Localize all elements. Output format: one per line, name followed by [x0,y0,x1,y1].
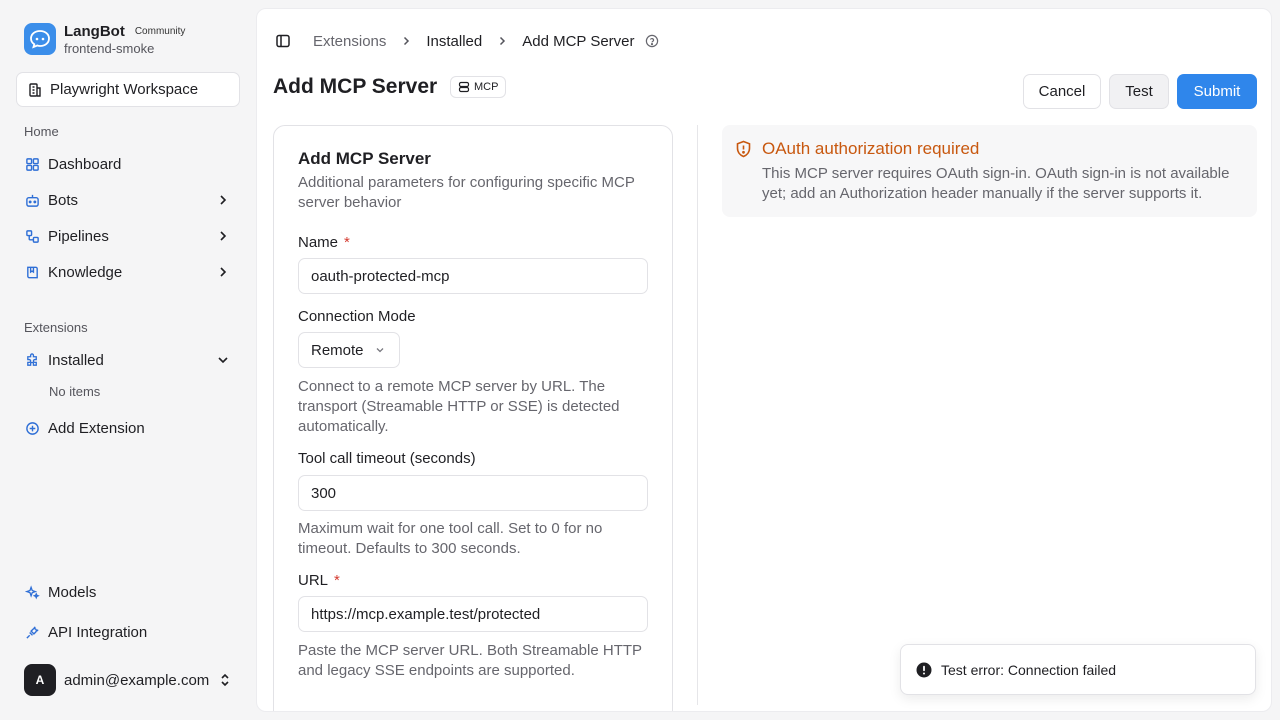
sidebar-item-add-extension[interactable]: Add Extension [16,412,240,444]
panel-divider [697,125,698,705]
sidebar-item-label: Knowledge [48,263,123,281]
submit-button[interactable]: Submit [1177,74,1257,109]
sidebar-item-knowledge[interactable]: Knowledge [16,256,240,288]
form-title: Add MCP Server [298,149,431,168]
chevron-right-icon [496,35,508,47]
alert-circle-icon [916,662,932,678]
bot-icon [24,192,40,208]
extensions-section-label: Extensions [24,320,88,335]
sidebar-item-label: API Integration [48,623,148,641]
plug-icon [24,624,40,640]
breadcrumb-current: Add MCP Server [522,32,635,50]
pipeline-icon [24,228,40,244]
timeout-label: Tool call timeout (seconds) [298,450,476,467]
sidebar-item-label: Bots [48,191,79,209]
plus-circle-icon [24,420,40,436]
chevron-right-icon [216,229,230,243]
sidebar-item-api-integration[interactable]: API Integration [16,616,240,648]
timeout-input[interactable]: 300 [298,475,648,511]
breadcrumb: Extensions Installed Add MCP Server [275,32,659,50]
cancel-button[interactable]: Cancel [1023,74,1101,109]
form-description: Additional parameters for configuring sp… [298,174,635,211]
sidebar-item-installed[interactable]: Installed [16,344,240,376]
book-icon [24,264,40,280]
sparkles-icon [24,584,40,600]
chevron-down-icon [374,344,386,356]
user-email: admin@example.com [64,671,210,689]
server-icon [458,81,470,93]
name-input[interactable]: oauth-protected-mcp [298,258,648,294]
timeout-help: Maximum wait for one tool call. Set to 0… [298,520,603,557]
alert-title: OAuth authorization required [762,139,980,158]
chevron-right-icon [216,193,230,207]
url-help: Paste the MCP server URL. Both Streamabl… [298,642,642,679]
error-toast[interactable]: Test error: Connection failed [900,644,1256,695]
alert-body: This MCP server requires OAuth sign-in. … [762,165,1230,202]
langbot-logo-icon [24,23,56,55]
name-label: Name * [298,234,350,251]
shield-alert-icon [735,140,752,158]
url-input[interactable]: https://mcp.example.test/protected [298,596,648,632]
sidebar-item-pipelines[interactable]: Pipelines [16,220,240,252]
page-title: Add MCP Server [273,75,438,98]
url-label: URL * [298,572,340,589]
building-icon [27,82,43,98]
toast-message: Test error: Connection failed [941,661,1117,678]
required-marker: * [334,572,340,589]
sidebar-toggle-icon[interactable] [275,33,291,49]
connection-mode-value: Remote [311,341,364,359]
puzzle-icon [24,352,40,368]
connection-mode-label: Connection Mode [298,308,416,325]
connection-mode-select[interactable]: Remote [298,332,400,368]
sidebar-item-bots[interactable]: Bots [16,184,240,216]
chevrons-up-down-icon [218,672,232,688]
brand[interactable]: LangBot Community frontend-smoke [24,23,185,56]
sidebar-item-label: Add Extension [48,419,145,437]
workspace-selector[interactable]: Playwright Workspace [16,72,240,107]
edition-badge: Community [134,26,186,37]
sidebar-item-label: Pipelines [48,227,109,245]
sidebar: LangBot Community frontend-smoke Playwri… [0,0,256,720]
brand-name: LangBot [64,23,125,40]
home-section-label: Home [24,124,59,139]
sidebar-item-label: Models [48,583,97,601]
required-marker: * [344,234,350,251]
user-menu[interactable]: A admin@example.com [24,664,240,696]
dashboard-icon [24,156,40,172]
chevron-right-icon [400,35,412,47]
sidebar-item-label: Installed [48,351,104,369]
test-button[interactable]: Test [1109,74,1169,109]
sidebar-item-models[interactable]: Models [16,576,240,608]
chevron-right-icon [216,265,230,279]
avatar: A [24,664,56,696]
main-panel: Extensions Installed Add MCP Server Add … [256,8,1272,712]
chevron-down-icon [216,353,230,367]
mcp-badge-label: MCP [474,81,499,93]
sidebar-item-dashboard[interactable]: Dashboard [16,148,240,180]
mcp-form-card: Add MCP Server Additional parameters for… [273,125,673,711]
empty-list-text: No items [49,384,101,399]
workspace-label: Playwright Workspace [50,81,199,98]
connection-mode-help: Connect to a remote MCP server by URL. T… [298,378,620,435]
oauth-alert: OAuth authorization required This MCP se… [722,125,1257,217]
help-circle-icon[interactable] [645,34,659,48]
breadcrumb-installed[interactable]: Installed [426,33,482,50]
brand-subtitle: frontend-smoke [64,41,155,56]
breadcrumb-extensions[interactable]: Extensions [313,33,386,50]
mcp-type-badge: MCP [450,76,507,98]
sidebar-item-label: Dashboard [48,155,122,173]
